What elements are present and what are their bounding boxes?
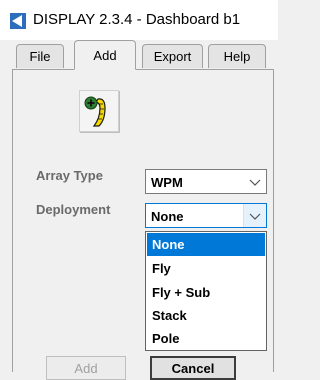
window-title: DISPLAY 2.3.4 - Dashboard b1 [33,11,241,28]
app-window: DISPLAY 2.3.4 - Dashboard b1 File Add Ex… [0,0,278,380]
cancel-button-label: Cancel [171,360,215,376]
chevron-down-icon [249,213,261,220]
tab-label: File [29,49,51,64]
dropdown-option-fly-sub[interactable]: Fly + Sub [147,281,265,304]
tab-help[interactable]: Help [208,44,266,68]
deployment-value: None [151,209,184,224]
tab-strip-divider [12,69,274,70]
chevron-down-icon [249,179,261,186]
triangle-left-icon [10,13,26,29]
add-button-label: Add [74,360,98,376]
tab-label: Help [223,49,251,64]
cancel-button[interactable]: Cancel [150,356,236,380]
deployment-dropdown-list: None Fly Fly + Sub Stack Pole [145,231,267,351]
add-array-icon [84,96,106,127]
deployment-select[interactable]: None [145,203,267,228]
tab-export[interactable]: Export [142,44,203,68]
tab-add[interactable]: Add [74,40,136,70]
panel-border [12,70,13,372]
panel-border [273,70,274,372]
add-array-button[interactable] [79,90,119,132]
array-type-select[interactable]: WPM [145,169,267,194]
dropdown-option-pole[interactable]: Pole [147,327,265,350]
tab-file[interactable]: File [16,44,64,68]
array-type-value: WPM [151,175,183,190]
deployment-label: Deployment [36,202,111,217]
tab-label: Export [153,49,192,64]
dropdown-option-stack[interactable]: Stack [147,304,265,327]
tab-label: Add [93,47,117,63]
dropdown-option-fly[interactable]: Fly [147,257,265,280]
array-type-label: Array Type [36,168,103,183]
add-button[interactable]: Add [46,356,126,380]
dropdown-option-none[interactable]: None [147,233,265,256]
title-bar[interactable]: DISPLAY 2.3.4 - Dashboard b1 [0,0,278,40]
